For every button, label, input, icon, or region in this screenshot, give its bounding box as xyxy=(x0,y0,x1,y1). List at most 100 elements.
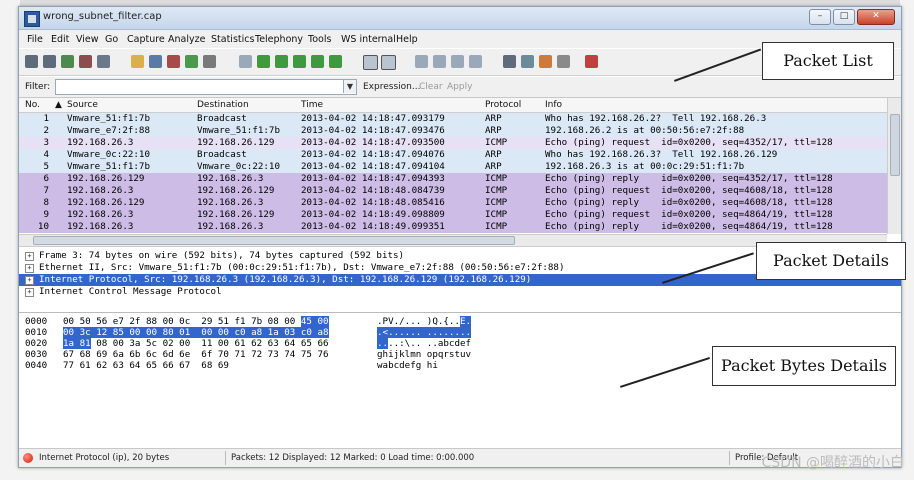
expand-icon[interactable]: + xyxy=(25,264,34,273)
menu-capture[interactable]: Capture xyxy=(127,34,165,45)
packet-row[interactable]: 5 Vmware_51:f1:7b Vmware_0c:22:10 2013-04-0… xyxy=(19,161,887,173)
bytes-row[interactable]: 0000 00 50 56 e7 2f 88 00 0c 29 51 f1 7b … xyxy=(25,316,472,327)
bytes-hex: 77 61 62 63 64 65 66 67 68 69 xyxy=(63,360,377,371)
zoom-out-icon[interactable] xyxy=(433,55,446,68)
packet-cell-dst: Broadcast xyxy=(197,113,247,124)
close-file-icon[interactable] xyxy=(167,55,180,68)
menu-go[interactable]: Go xyxy=(105,34,118,45)
packet-cell-proto: ARP xyxy=(485,113,502,124)
expression-button[interactable]: Expression... xyxy=(363,82,420,92)
column-time[interactable]: Time xyxy=(301,100,323,110)
go-back-icon[interactable] xyxy=(257,55,270,68)
help-icon[interactable] xyxy=(585,55,598,68)
first-packet-icon[interactable] xyxy=(311,55,324,68)
apply-button[interactable]: Apply xyxy=(447,82,472,92)
expand-icon[interactable]: + xyxy=(25,288,34,297)
packet-list-header: No. ▲ Source Destination Time Protocol I… xyxy=(19,98,887,113)
scroll-thumb[interactable] xyxy=(33,236,515,245)
title-bar[interactable]: wrong_subnet_filter.cap – □ ✕ xyxy=(19,7,901,30)
expert-info-icon[interactable] xyxy=(23,453,33,463)
stop-capture-icon[interactable] xyxy=(79,55,92,68)
menu-telephony[interactable]: Telephony xyxy=(255,34,303,45)
go-to-packet-icon[interactable] xyxy=(293,55,306,68)
menu-tools[interactable]: Tools xyxy=(308,34,331,45)
save-file-icon[interactable] xyxy=(149,55,162,68)
resize-columns-icon[interactable] xyxy=(469,55,482,68)
callout-packet-bytes: Packet Bytes Details xyxy=(712,346,896,386)
start-capture-icon[interactable] xyxy=(61,55,74,68)
column-no[interactable]: No. xyxy=(25,100,40,110)
preferences-icon[interactable] xyxy=(557,55,570,68)
column-destination[interactable]: Destination xyxy=(197,100,249,110)
auto-scroll-icon[interactable] xyxy=(381,55,396,70)
wireshark-app-icon xyxy=(24,11,40,27)
packet-row[interactable]: 1 Vmware_51:f1:7b Broadcast 2013-04-02 14:1… xyxy=(19,113,887,125)
last-packet-icon[interactable] xyxy=(329,55,342,68)
detail-tree-row[interactable]: + Internet Control Message Protocol xyxy=(19,286,901,298)
menu-help[interactable]: Help xyxy=(396,34,418,45)
menu-file[interactable]: File xyxy=(27,34,43,45)
callout-packet-details: Packet Details xyxy=(756,242,906,280)
packet-cell-info: Echo (ping) reply id=0x0200, seq=4864/19… xyxy=(545,221,833,232)
clear-button[interactable]: Clear xyxy=(419,82,443,92)
menu-ws-internal[interactable]: WS internal xyxy=(341,34,396,45)
close-button[interactable]: ✕ xyxy=(857,9,895,25)
zoom-in-icon[interactable] xyxy=(415,55,428,68)
packet-row[interactable]: 7 192.168.26.3 192.168.26.129 2013-04-02 14… xyxy=(19,185,887,197)
packet-list-vertical-scrollbar[interactable] xyxy=(887,98,901,234)
normal-size-icon[interactable] xyxy=(451,55,464,68)
bytes-row[interactable]: 0040 77 61 62 63 64 65 66 67 68 69 wabcdef… xyxy=(25,360,438,371)
find-icon[interactable] xyxy=(239,55,252,68)
reload-icon[interactable] xyxy=(185,55,198,68)
bytes-row[interactable]: 0030 67 68 69 6a 6b 6c 6d 6e 6f 70 71 72 … xyxy=(25,349,471,360)
detail-text: Internet Protocol, Src: 192.168.26.3 (19… xyxy=(39,274,532,285)
packet-cell-info: Who has 192.168.26.3? Tell 192.168.26.12… xyxy=(545,149,778,160)
filter-dropdown-icon[interactable]: ▼ xyxy=(343,80,356,93)
interfaces-icon[interactable] xyxy=(25,55,38,68)
colorize-icon[interactable] xyxy=(363,55,378,70)
scroll-thumb[interactable] xyxy=(890,114,900,176)
packet-row[interactable]: 8 192.168.26.129 192.168.26.3 2013-04-02 14… xyxy=(19,197,887,209)
packet-cell-proto: ICMP xyxy=(485,185,508,196)
minimize-button[interactable]: – xyxy=(809,9,831,25)
filter-input[interactable] xyxy=(55,79,357,95)
restart-capture-icon[interactable] xyxy=(97,55,110,68)
menu-view[interactable]: View xyxy=(76,34,99,45)
column-source[interactable]: Source xyxy=(67,100,98,110)
display-filters-icon[interactable] xyxy=(521,55,534,68)
packet-cell-proto: ICMP xyxy=(485,221,508,232)
packet-row[interactable]: 2 Vmware_e7:2f:88 Vmware_51:f1:7b 2013-04-0… xyxy=(19,125,887,137)
column-info[interactable]: Info xyxy=(545,100,562,110)
expand-icon[interactable]: + xyxy=(25,252,34,261)
menu-edit[interactable]: Edit xyxy=(51,34,69,45)
expand-icon[interactable]: + xyxy=(25,276,34,285)
packet-row[interactable]: 6 192.168.26.129 192.168.26.3 2013-04-02 14… xyxy=(19,173,887,185)
packet-row[interactable]: 10 192.168.26.3 192.168.26.3 2013-04-02 14:… xyxy=(19,221,887,233)
options-icon[interactable] xyxy=(43,55,56,68)
maximize-button[interactable]: □ xyxy=(833,9,855,25)
capture-filters-icon[interactable] xyxy=(503,55,516,68)
packet-row[interactable]: 9 192.168.26.3 192.168.26.129 2013-04-02 14… xyxy=(19,209,887,221)
packet-row[interactable]: 4 Vmware_0c:22:10 Broadcast 2013-04-02 14:1… xyxy=(19,149,887,161)
packet-cell-src: 192.168.26.3 xyxy=(67,221,134,232)
packet-cell-proto: ARP xyxy=(485,149,502,160)
menu-statistics[interactable]: Statistics xyxy=(211,34,254,45)
bytes-hex-highlight: 00 3c 12 85 00 00 80 01 00 00 c0 a8 1a 0… xyxy=(63,327,329,338)
packet-cell-info: Echo (ping) request id=0x0200, seq=4608/… xyxy=(545,185,833,196)
packet-cell-src: 192.168.26.3 xyxy=(67,137,134,148)
column-protocol[interactable]: Protocol xyxy=(485,100,521,110)
coloring-rules-icon[interactable] xyxy=(539,55,552,68)
packet-cell-info: Echo (ping) reply id=0x0200, seq=4352/17… xyxy=(545,173,833,184)
go-forward-icon[interactable] xyxy=(275,55,288,68)
bytes-row[interactable]: 0020 1a 81 08 00 3a 5c 02 00 11 00 61 62 … xyxy=(25,338,471,349)
filter-label: Filter: xyxy=(25,82,51,92)
callout-packet-list: Packet List xyxy=(762,42,894,80)
bytes-offset: 0030 xyxy=(25,349,48,360)
menu-analyze[interactable]: Analyze xyxy=(168,34,205,45)
packet-cell-proto: ARP xyxy=(485,125,502,136)
packet-row[interactable]: 3 192.168.26.3 192.168.26.129 2013-04-02 14… xyxy=(19,137,887,149)
bytes-row[interactable]: 0010 00 3c 12 85 00 00 80 01 00 00 c0 a8 … xyxy=(25,327,472,338)
packet-cell-dst: Vmware_0c:22:10 xyxy=(197,161,280,172)
open-file-icon[interactable] xyxy=(131,55,144,68)
print-icon[interactable] xyxy=(203,55,216,68)
